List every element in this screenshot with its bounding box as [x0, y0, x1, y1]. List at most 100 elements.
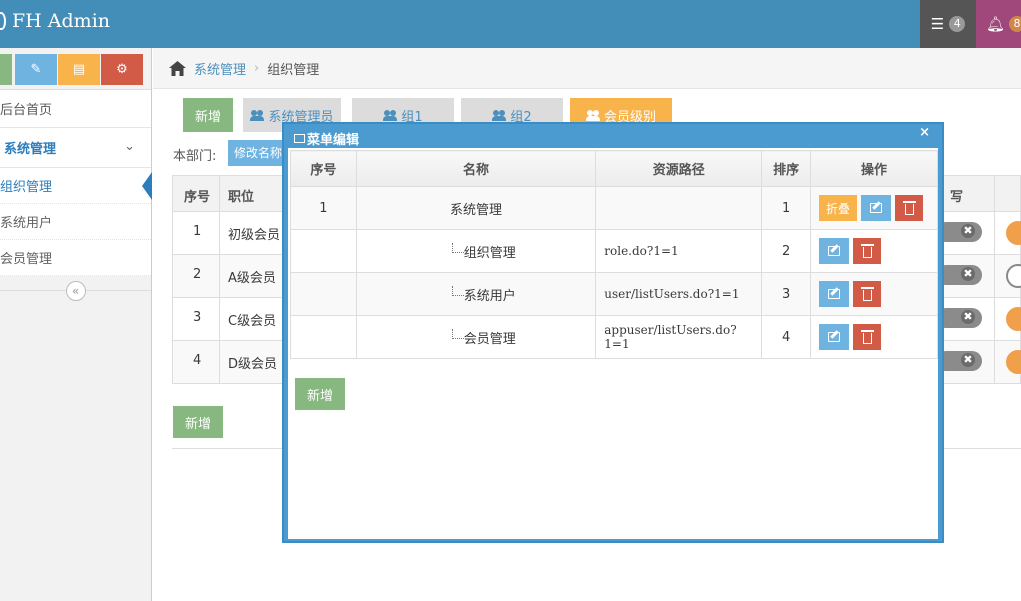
bg-row-no: 2	[193, 267, 202, 282]
shortcut-settings-button[interactable]: ⚙	[101, 54, 143, 85]
users-icon	[492, 109, 507, 121]
sidebar-subitem-users[interactable]: 系统用户	[0, 204, 151, 240]
column-divider	[219, 175, 220, 384]
bg-row-no: 1	[193, 224, 202, 239]
book-icon: ▤	[72, 62, 86, 77]
gears-icon: ⚙	[116, 62, 128, 77]
notifications-badge: 8	[1009, 16, 1021, 32]
cell-actions	[810, 229, 938, 273]
menu-edit-dialog: 菜单编辑 × 序号 名称 资源路径 排序 操作 1 系统管理 1 折叠 组织管理…	[282, 122, 944, 543]
add-menu-button[interactable]: 新增	[295, 378, 345, 410]
shortcut-edit-button[interactable]: ✎	[15, 54, 57, 85]
trash-icon	[860, 243, 874, 258]
edit-button[interactable]	[819, 281, 850, 307]
notifications-button[interactable]: 🔔︎ 8	[976, 0, 1021, 48]
cell-path: appuser/listUsers.do?1=1	[595, 315, 763, 359]
rename-dept-button[interactable]: 修改名称	[228, 140, 290, 166]
bg-row-name: D级会员	[228, 357, 278, 372]
cell-name: 组织管理	[355, 229, 597, 273]
add-org-label: 新增	[194, 109, 221, 125]
table-header-row: 序号 名称 资源路径 排序 操作	[290, 150, 938, 187]
sidebar-item-home[interactable]: 后台首页	[0, 90, 151, 128]
menu-table: 序号 名称 资源路径 排序 操作 1 系统管理 1 折叠 组织管理 role.d…	[290, 150, 938, 359]
header-no: 序号	[290, 150, 357, 187]
cell-order: 4	[761, 315, 812, 359]
tasks-badge: 4	[949, 16, 966, 32]
breadcrumb-parent-link[interactable]: 系统管理	[194, 59, 246, 78]
add-position-label: 新增	[184, 416, 211, 432]
cell-actions	[810, 315, 938, 359]
sidebar-subitem-label: 组织管理	[0, 180, 53, 195]
sidebar-item-system[interactable]: 系统管理 ⌄	[0, 128, 151, 168]
cell-name-text: 组织管理	[463, 245, 516, 261]
trash-icon	[902, 200, 916, 215]
users-icon	[383, 109, 398, 121]
delete-button[interactable]	[853, 238, 882, 264]
tree-branch	[451, 243, 464, 253]
bell-icon: 🔔︎	[986, 15, 1006, 33]
delete-button[interactable]	[853, 324, 882, 350]
sidebar-item-label: 后台首页	[0, 103, 53, 118]
sidebar-item-label: 系统管理	[4, 142, 57, 157]
sidebar-subitem-label: 会员管理	[0, 252, 53, 267]
close-icon[interactable]: ×	[919, 125, 930, 140]
sidebar-subitem-members[interactable]: 会员管理	[0, 240, 151, 276]
tree-branch	[451, 286, 464, 296]
edit-button[interactable]	[819, 324, 850, 350]
bg-row-no: 3	[193, 310, 202, 325]
pencil-icon: ✎	[30, 62, 42, 77]
shortcut-stats-button[interactable]: ▮	[0, 54, 12, 85]
dept-label: 本部门:	[173, 149, 217, 164]
home-icon[interactable]	[169, 60, 186, 76]
shortcut-book-button[interactable]: ▤	[58, 54, 100, 85]
table-row: 1 系统管理 1 折叠	[290, 186, 938, 230]
cell-actions	[810, 272, 938, 316]
cell-name: 会员管理	[355, 315, 597, 359]
table-row: 会员管理 appuser/listUsers.do?1=1 4	[290, 315, 938, 359]
cell-path: role.do?1=1	[595, 229, 763, 273]
dialog-title: 菜单编辑	[294, 129, 359, 148]
brand[interactable]: FH Admin	[0, 10, 110, 32]
delete-button[interactable]	[853, 281, 882, 307]
trash-icon	[860, 329, 874, 344]
sidebar-subitem-org[interactable]: 组织管理	[0, 168, 152, 204]
collapse-button[interactable]: 折叠	[819, 195, 858, 221]
sidebar: ▮ ✎ ▤ ⚙ 后台首页 系统管理 ⌄ 组织管理 系统用户 会员管理 «	[0, 48, 152, 601]
trash-icon	[860, 286, 874, 301]
edit-button[interactable]	[861, 195, 892, 221]
add-org-button[interactable]: 新增	[183, 98, 233, 132]
breadcrumb-separator: ›	[254, 60, 260, 76]
bg-header-write: 写	[950, 190, 964, 205]
cell-no	[290, 272, 357, 316]
bg-row-name: A级会员	[228, 271, 276, 286]
column-divider	[994, 175, 995, 384]
tree-branch	[451, 329, 464, 339]
header-name: 名称	[355, 150, 597, 187]
tasks-icon: ☰	[930, 15, 945, 33]
breadcrumb-current: 组织管理	[267, 62, 320, 78]
double-chevron-left-icon[interactable]: «	[65, 281, 86, 301]
bg-row-name: 初级会员	[228, 228, 281, 243]
header-order: 排序	[761, 150, 812, 187]
edit-button[interactable]	[819, 238, 850, 264]
cell-order: 3	[761, 272, 812, 316]
table-row: 组织管理 role.do?1=1 2	[290, 229, 938, 273]
delete-button[interactable]	[895, 195, 924, 221]
edit-icon	[828, 332, 841, 342]
cell-no	[290, 315, 357, 359]
bg-header-no: 序号	[184, 190, 211, 205]
add-position-button[interactable]: 新增	[173, 406, 223, 438]
chevron-down-icon: ⌄	[124, 139, 135, 154]
sidebar-subitem-label: 系统用户	[0, 216, 53, 231]
brand-title: FH Admin	[12, 10, 111, 32]
tasks-button[interactable]: ☰ 4	[920, 0, 976, 48]
edit-icon	[870, 203, 883, 213]
cell-name-text: 系统用户	[463, 288, 516, 304]
cell-actions: 折叠	[810, 186, 938, 230]
cell-name-text: 会员管理	[463, 331, 516, 347]
users-icon	[250, 109, 265, 121]
bg-header-position: 职位	[228, 190, 255, 205]
cell-no: 1	[290, 186, 357, 230]
cell-name: 系统管理	[355, 186, 597, 230]
breadcrumb: 系统管理 › 组织管理	[153, 48, 1021, 89]
